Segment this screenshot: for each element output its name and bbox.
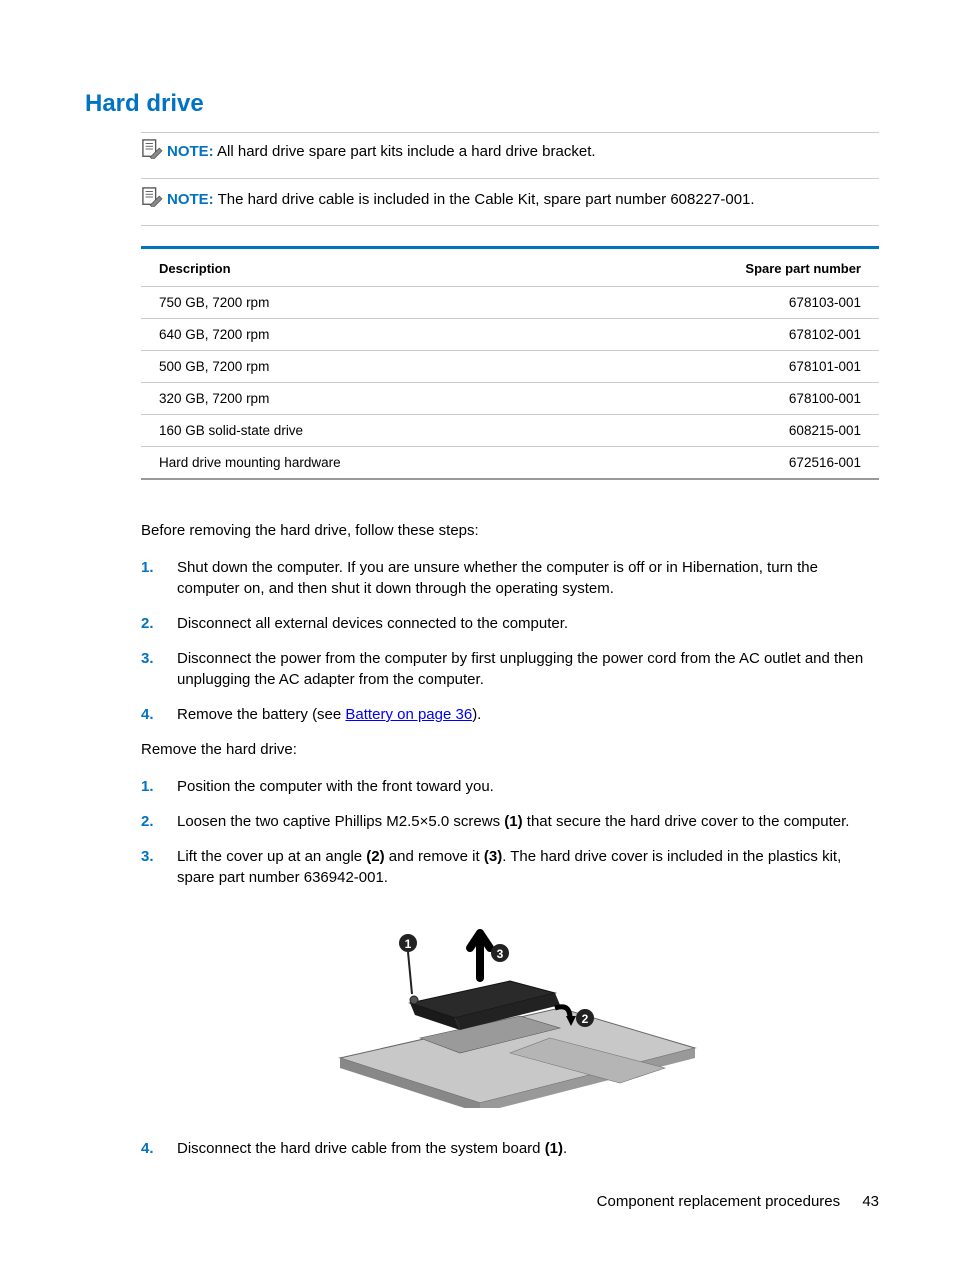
cell-desc: 750 GB, 7200 rpm [159, 295, 269, 310]
intro-paragraph: Before removing the hard drive, follow t… [141, 520, 869, 541]
table-row: Hard drive mounting hardware 672516-001 [141, 447, 879, 478]
table-row: 320 GB, 7200 rpm 678100-001 [141, 383, 879, 415]
th-spare-part: Spare part number [745, 261, 861, 276]
step-number: 3. [141, 648, 177, 690]
page-number: 43 [862, 1193, 879, 1210]
step-text: Shut down the computer. If you are unsur… [177, 557, 869, 599]
list-item: 1.Position the computer with the front t… [141, 776, 869, 797]
step-number: 1. [141, 776, 177, 797]
step-text: Disconnect the hard drive cable from the… [177, 1138, 869, 1159]
list-item: 2. Loosen the two captive Phillips M2.5×… [141, 811, 869, 832]
step-text: Position the computer with the front tow… [177, 776, 869, 797]
table-row: 640 GB, 7200 rpm 678102-001 [141, 319, 879, 351]
note-icon [141, 139, 163, 159]
step-text: Disconnect the power from the computer b… [177, 648, 869, 690]
step-text: Lift the cover up at an angle (2) and re… [177, 846, 869, 888]
steps-remove-continued: 4. Disconnect the hard drive cable from … [141, 1138, 869, 1159]
cell-desc: 640 GB, 7200 rpm [159, 327, 269, 342]
list-item: 1.Shut down the computer. If you are uns… [141, 557, 869, 599]
cell-part: 672516-001 [789, 455, 861, 470]
step-text: Disconnect all external devices connecte… [177, 613, 869, 634]
page-footer: Component replacement procedures 43 [597, 1193, 879, 1210]
battery-link[interactable]: Battery on page 36 [345, 706, 472, 723]
note-label: NOTE: [167, 191, 214, 208]
step-number: 4. [141, 1138, 177, 1159]
step-text: Remove the battery (see Battery on page … [177, 704, 869, 725]
th-description: Description [159, 261, 231, 276]
step-number: 1. [141, 557, 177, 599]
table-row: 500 GB, 7200 rpm 678101-001 [141, 351, 879, 383]
step-number: 2. [141, 613, 177, 634]
cell-part: 678103-001 [789, 295, 861, 310]
steps-before-removal: 1.Shut down the computer. If you are uns… [141, 557, 869, 725]
step-number: 3. [141, 846, 177, 888]
svg-text:3: 3 [497, 947, 504, 961]
table-row: 750 GB, 7200 rpm 678103-001 [141, 287, 879, 319]
table-header-row: Description Spare part number [141, 249, 879, 287]
note-1: NOTE: All hard drive spare part kits inc… [141, 132, 879, 179]
cell-desc: 320 GB, 7200 rpm [159, 391, 269, 406]
table-row: 160 GB solid-state drive 608215-001 [141, 415, 879, 447]
steps-remove: 1.Position the computer with the front t… [141, 776, 869, 888]
footer-section: Component replacement procedures [597, 1193, 840, 1210]
cell-part: 678101-001 [789, 359, 861, 374]
cell-desc: 160 GB solid-state drive [159, 423, 303, 438]
step-number: 2. [141, 811, 177, 832]
cell-part: 678100-001 [789, 391, 861, 406]
svg-text:1: 1 [405, 937, 412, 951]
note-text: All hard drive spare part kits include a… [217, 143, 596, 160]
svg-text:2: 2 [582, 1012, 589, 1026]
note-2: NOTE: The hard drive cable is included i… [141, 189, 879, 227]
list-item: 3. Lift the cover up at an angle (2) and… [141, 846, 869, 888]
list-item: 2.Disconnect all external devices connec… [141, 613, 869, 634]
step-number: 4. [141, 704, 177, 725]
remove-paragraph: Remove the hard drive: [141, 739, 869, 760]
hard-drive-illustration: 1 3 2 [141, 908, 879, 1108]
note-text: The hard drive cable is included in the … [218, 191, 755, 208]
parts-table: Description Spare part number 750 GB, 72… [141, 246, 879, 480]
list-item: 4. Disconnect the hard drive cable from … [141, 1138, 869, 1159]
list-item: 3.Disconnect the power from the computer… [141, 648, 869, 690]
note-icon [141, 187, 163, 207]
cell-desc: 500 GB, 7200 rpm [159, 359, 269, 374]
step-text: Loosen the two captive Phillips M2.5×5.0… [177, 811, 869, 832]
note-label: NOTE: [167, 143, 214, 160]
section-heading: Hard drive [85, 90, 879, 118]
cell-desc: Hard drive mounting hardware [159, 455, 341, 470]
cell-part: 678102-001 [789, 327, 861, 342]
list-item: 4. Remove the battery (see Battery on pa… [141, 704, 869, 725]
cell-part: 608215-001 [789, 423, 861, 438]
